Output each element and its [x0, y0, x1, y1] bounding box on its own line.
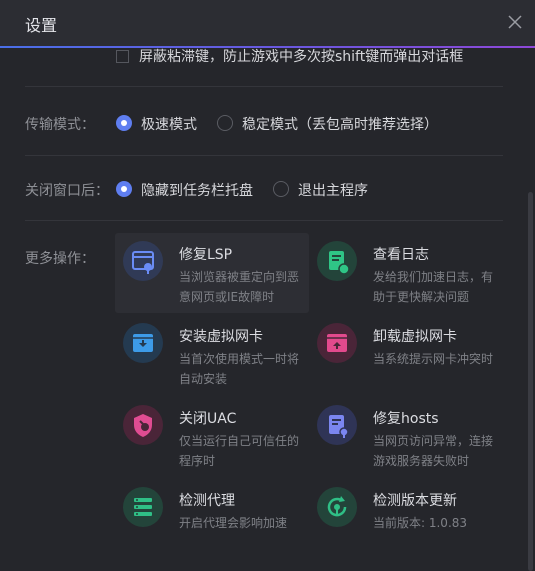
sticky-keys-checkbox[interactable]	[116, 50, 129, 63]
radio-exit-program-label[interactable]: 退出主程序	[298, 180, 368, 200]
radio-stable-mode-label[interactable]: 稳定模式（丢包高时推荐选择）	[242, 114, 438, 134]
hosts-repair-icon	[317, 405, 357, 445]
tile-title: 卸载虚拟网卡	[373, 329, 457, 345]
tile-title: 查看日志	[373, 247, 429, 263]
radio-stable-mode[interactable]	[217, 115, 233, 131]
more-operations-label: 更多操作：	[25, 251, 95, 267]
tile-title: 修复LSP	[179, 247, 233, 263]
tile-desc: 当网页访问异常，连接 游戏服务器失败时	[373, 434, 494, 468]
tile-desc: 当浏览器被重定向到恶 意网页或IE故障时	[179, 270, 300, 304]
browser-repair-icon	[123, 241, 163, 281]
uninstall-adapter-icon	[317, 323, 357, 363]
uac-shield-icon	[123, 405, 163, 445]
log-file-icon	[317, 241, 357, 281]
check-update-button[interactable]: 检测版本更新 当前版本: 1.0.83	[309, 479, 503, 559]
tile-title: 关闭UAC	[179, 411, 237, 427]
uninstall-adapter-button[interactable]: 卸载虚拟网卡 当系统提示网卡冲突时	[309, 315, 503, 395]
tile-desc: 开启代理会影响加速	[179, 516, 288, 530]
divider	[25, 86, 503, 87]
settings-dialog: 设置 屏蔽粘滞键，防止游戏中多次按shift键而弹出对话框 传输模式： 极速模式…	[0, 0, 535, 571]
transfer-mode-label: 传输模式：	[25, 117, 95, 133]
tile-title: 修复hosts	[373, 411, 439, 427]
tile-desc: 当系统提示网卡冲突时	[373, 352, 494, 366]
scrollbar-thumb[interactable]	[528, 192, 533, 571]
view-log-button[interactable]: 查看日志 发给我们加速日志，有 助于更快解决问题	[309, 233, 503, 313]
disable-uac-button[interactable]: 关闭UAC 仅当运行自己可信任的 程序时	[115, 397, 309, 477]
repair-hosts-button[interactable]: 修复hosts 当网页访问异常，连接 游戏服务器失败时	[309, 397, 503, 477]
tile-title: 检测代理	[179, 493, 235, 509]
tile-desc: 当首次使用模式一时将 自动安装	[179, 352, 300, 386]
radio-fast-mode-label[interactable]: 极速模式	[141, 114, 197, 134]
close-behavior-label: 关闭窗口后：	[25, 183, 109, 199]
install-adapter-icon	[123, 323, 163, 363]
radio-exit-program[interactable]	[273, 181, 289, 197]
close-icon[interactable]	[506, 13, 524, 31]
check-proxy-button[interactable]: 检测代理 开启代理会影响加速	[115, 479, 309, 559]
tile-title: 检测版本更新	[373, 493, 457, 509]
tile-desc: 当前版本: 1.0.83	[373, 516, 468, 530]
title-bar: 设置	[0, 0, 535, 46]
tile-desc: 仅当运行自己可信任的 程序时	[179, 434, 300, 468]
dialog-title: 设置	[25, 16, 58, 35]
radio-hide-to-tray-label[interactable]: 隐藏到任务栏托盘	[141, 180, 253, 200]
divider	[25, 220, 503, 221]
tile-desc: 发给我们加速日志，有 助于更快解决问题	[373, 270, 494, 304]
tile-title: 安装虚拟网卡	[179, 329, 263, 345]
update-check-icon	[317, 487, 357, 527]
radio-hide-to-tray[interactable]	[116, 181, 132, 197]
proxy-check-icon	[123, 487, 163, 527]
settings-content: 屏蔽粘滞键，防止游戏中多次按shift键而弹出对话框 传输模式： 极速模式 稳定…	[0, 48, 535, 571]
radio-fast-mode[interactable]	[116, 115, 132, 131]
divider	[25, 155, 503, 156]
repair-lsp-button[interactable]: 修复LSP 当浏览器被重定向到恶 意网页或IE故障时	[115, 233, 309, 313]
install-adapter-button[interactable]: 安装虚拟网卡 当首次使用模式一时将 自动安装	[115, 315, 309, 395]
sticky-keys-label: 屏蔽粘滞键，防止游戏中多次按shift键而弹出对话框	[139, 49, 464, 65]
